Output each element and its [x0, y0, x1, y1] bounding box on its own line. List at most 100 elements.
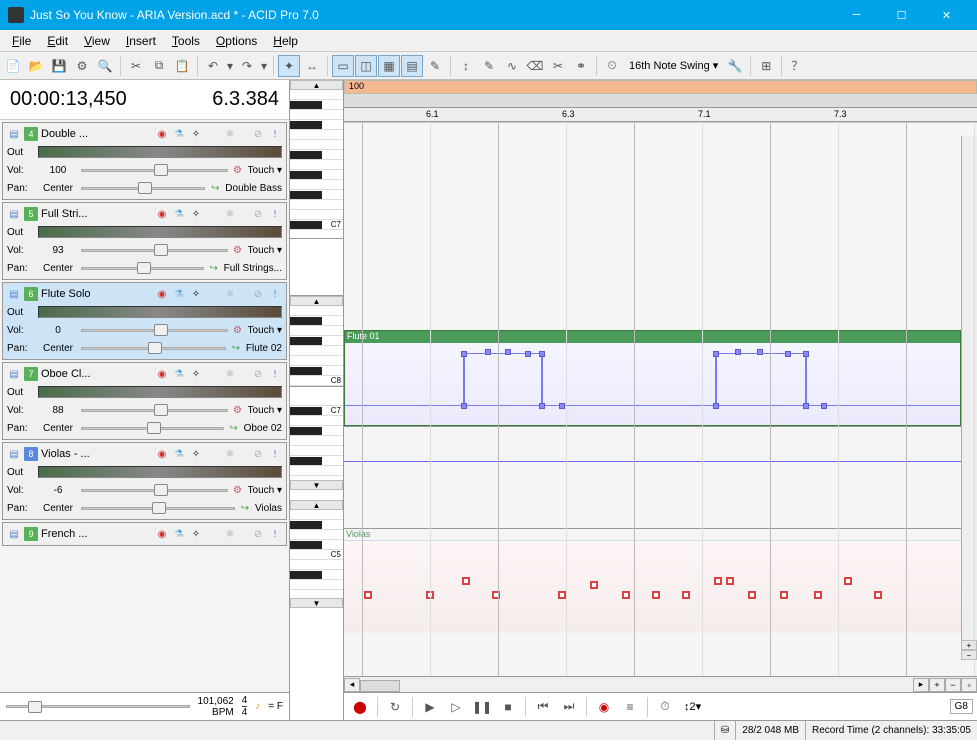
- keys-scroll-up[interactable]: ▲: [290, 80, 343, 90]
- arm-button[interactable]: ◉: [592, 696, 616, 718]
- route-icon[interactable]: ↪: [208, 181, 222, 195]
- quantize-dropdown[interactable]: 16th Note Swing ▾: [624, 55, 723, 77]
- hscroll-left[interactable]: ◂: [344, 678, 360, 692]
- hzoom-in[interactable]: +: [929, 678, 945, 692]
- redo-dropdown[interactable]: ▾: [259, 55, 269, 77]
- split-tool[interactable]: ∿: [501, 55, 523, 77]
- track-name[interactable]: Flute Solo: [41, 288, 152, 300]
- envelope-node[interactable]: [713, 351, 719, 357]
- solo-icon[interactable]: !: [268, 447, 282, 461]
- route-icon[interactable]: ↪: [229, 341, 243, 355]
- vol-slider[interactable]: [81, 323, 228, 337]
- undo-button[interactable]: ↶: [202, 55, 224, 77]
- envelope-node[interactable]: [485, 349, 491, 355]
- midi-note[interactable]: [748, 591, 756, 599]
- midi-note[interactable]: [714, 577, 722, 585]
- track-header[interactable]: ▤ 8 Violas - ... ◉ ⚗ ✧ ❄ ⊘ ! Out Vol: -6…: [2, 442, 287, 520]
- output-route[interactable]: Full Strings...: [224, 263, 282, 274]
- auto-crossfade-button[interactable]: ↔: [301, 55, 323, 77]
- keys-scroll-up-3[interactable]: ▲: [290, 500, 343, 510]
- record-arm-icon[interactable]: ◉: [155, 287, 169, 301]
- vol-slider[interactable]: [81, 403, 228, 417]
- hscroll-right[interactable]: ▸: [913, 678, 929, 692]
- track-name[interactable]: Double ...: [41, 128, 152, 140]
- count-in-spin[interactable]: ↕ 2 ▾: [679, 696, 706, 718]
- midi-note[interactable]: [590, 581, 598, 589]
- go-end-button[interactable]: ⏭: [557, 696, 581, 718]
- automation-mode[interactable]: Touch ▾: [248, 405, 282, 416]
- event-tool[interactable]: ✎: [478, 55, 500, 77]
- properties-button[interactable]: 🔍: [94, 55, 116, 77]
- close-button[interactable]: ✕: [924, 0, 969, 30]
- undo-dropdown[interactable]: ▾: [225, 55, 235, 77]
- timesig-num[interactable]: 4: [242, 695, 248, 706]
- midi-note[interactable]: [726, 577, 734, 585]
- automation-icon[interactable]: ✧: [189, 447, 203, 461]
- fx-icon[interactable]: ⚗: [172, 367, 186, 381]
- freeze-icon[interactable]: ❄: [223, 527, 237, 541]
- track-name[interactable]: Oboe Cl...: [41, 368, 152, 380]
- midi-note[interactable]: [780, 591, 788, 599]
- metronome-icon[interactable]: ⏲: [601, 55, 623, 77]
- go-start-button[interactable]: ⏮: [531, 696, 555, 718]
- track-header[interactable]: ▤ 6 Flute Solo ◉ ⚗ ✧ ❄ ⊘ ! Out Vol: 0 ⚙ …: [2, 282, 287, 360]
- fx-icon[interactable]: ⚗: [172, 127, 186, 141]
- maximize-button[interactable]: ☐: [879, 0, 924, 30]
- track-header[interactable]: ▤ 9 French ... ◉ ⚗ ✧ ❄ ⊘ !: [2, 522, 287, 546]
- freeze-icon[interactable]: ❄: [223, 207, 237, 221]
- midi-note[interactable]: [364, 591, 372, 599]
- mute-icon[interactable]: ⊘: [251, 367, 265, 381]
- tuning-fork-icon[interactable]: ♪: [255, 701, 260, 712]
- output-route[interactable]: Violas: [255, 503, 282, 514]
- record-arm-icon[interactable]: ◉: [155, 207, 169, 221]
- pan-slider[interactable]: [81, 501, 235, 515]
- envelope-tool[interactable]: ✎: [424, 55, 446, 77]
- output-route[interactable]: Oboe 02: [244, 423, 282, 434]
- midi-note[interactable]: [874, 591, 882, 599]
- pan-slider[interactable]: [81, 261, 204, 275]
- envelope-node[interactable]: [525, 351, 531, 357]
- save-button[interactable]: 💾: [48, 55, 70, 77]
- keys-scroll-down-3[interactable]: ▼: [290, 598, 343, 608]
- menu-tools[interactable]: Tools: [164, 32, 208, 50]
- automation-icon[interactable]: ✧: [189, 367, 203, 381]
- track-header[interactable]: ▤ 5 Full Stri... ◉ ⚗ ✧ ❄ ⊘ ! Out Vol: 93…: [2, 202, 287, 280]
- menu-edit[interactable]: Edit: [39, 32, 76, 50]
- midi-note[interactable]: [558, 591, 566, 599]
- menu-file[interactable]: File: [4, 32, 39, 50]
- freeze-icon[interactable]: ❄: [223, 447, 237, 461]
- record-button[interactable]: ⬤: [348, 696, 372, 718]
- route-icon[interactable]: ↪: [227, 421, 241, 435]
- track-expand-icon[interactable]: ▤: [7, 207, 21, 221]
- piano-ruler[interactable]: ▲ C7 ▲ C8 C7 ▼ ▲ C5 ▼: [290, 80, 344, 720]
- track-name[interactable]: French ...: [41, 528, 152, 540]
- mute-icon[interactable]: ⊘: [251, 447, 265, 461]
- envelope-node[interactable]: [803, 351, 809, 357]
- link-tool[interactable]: ⚭: [570, 55, 592, 77]
- envelope-node[interactable]: [803, 403, 809, 409]
- track-expand-icon[interactable]: ▤: [7, 367, 21, 381]
- midi-note[interactable]: [682, 591, 690, 599]
- automation-mode[interactable]: Touch ▾: [248, 165, 282, 176]
- midi-note[interactable]: [652, 591, 660, 599]
- loop-button[interactable]: ↻: [383, 696, 407, 718]
- select-tool[interactable]: ▭: [332, 55, 354, 77]
- open-button[interactable]: 📂: [25, 55, 47, 77]
- metronome-button[interactable]: ⏱: [653, 696, 677, 718]
- solo-icon[interactable]: !: [268, 207, 282, 221]
- draw-tool[interactable]: ◫: [355, 55, 377, 77]
- envelope-node[interactable]: [539, 351, 545, 357]
- new-button[interactable]: 📄: [2, 55, 24, 77]
- erase-tool[interactable]: ▤: [401, 55, 423, 77]
- freeze-icon[interactable]: ❄: [223, 287, 237, 301]
- route-icon[interactable]: ↪: [238, 501, 252, 515]
- automation-icon[interactable]: ✧: [189, 527, 203, 541]
- envelope-node[interactable]: [461, 351, 467, 357]
- envelope-node[interactable]: [735, 349, 741, 355]
- envelope-node[interactable]: [757, 349, 763, 355]
- midi-note[interactable]: [462, 577, 470, 585]
- midi-note[interactable]: [814, 591, 822, 599]
- gear-icon[interactable]: ⚙: [231, 163, 245, 177]
- menu-view[interactable]: View: [76, 32, 118, 50]
- track-expand-icon[interactable]: ▤: [7, 447, 21, 461]
